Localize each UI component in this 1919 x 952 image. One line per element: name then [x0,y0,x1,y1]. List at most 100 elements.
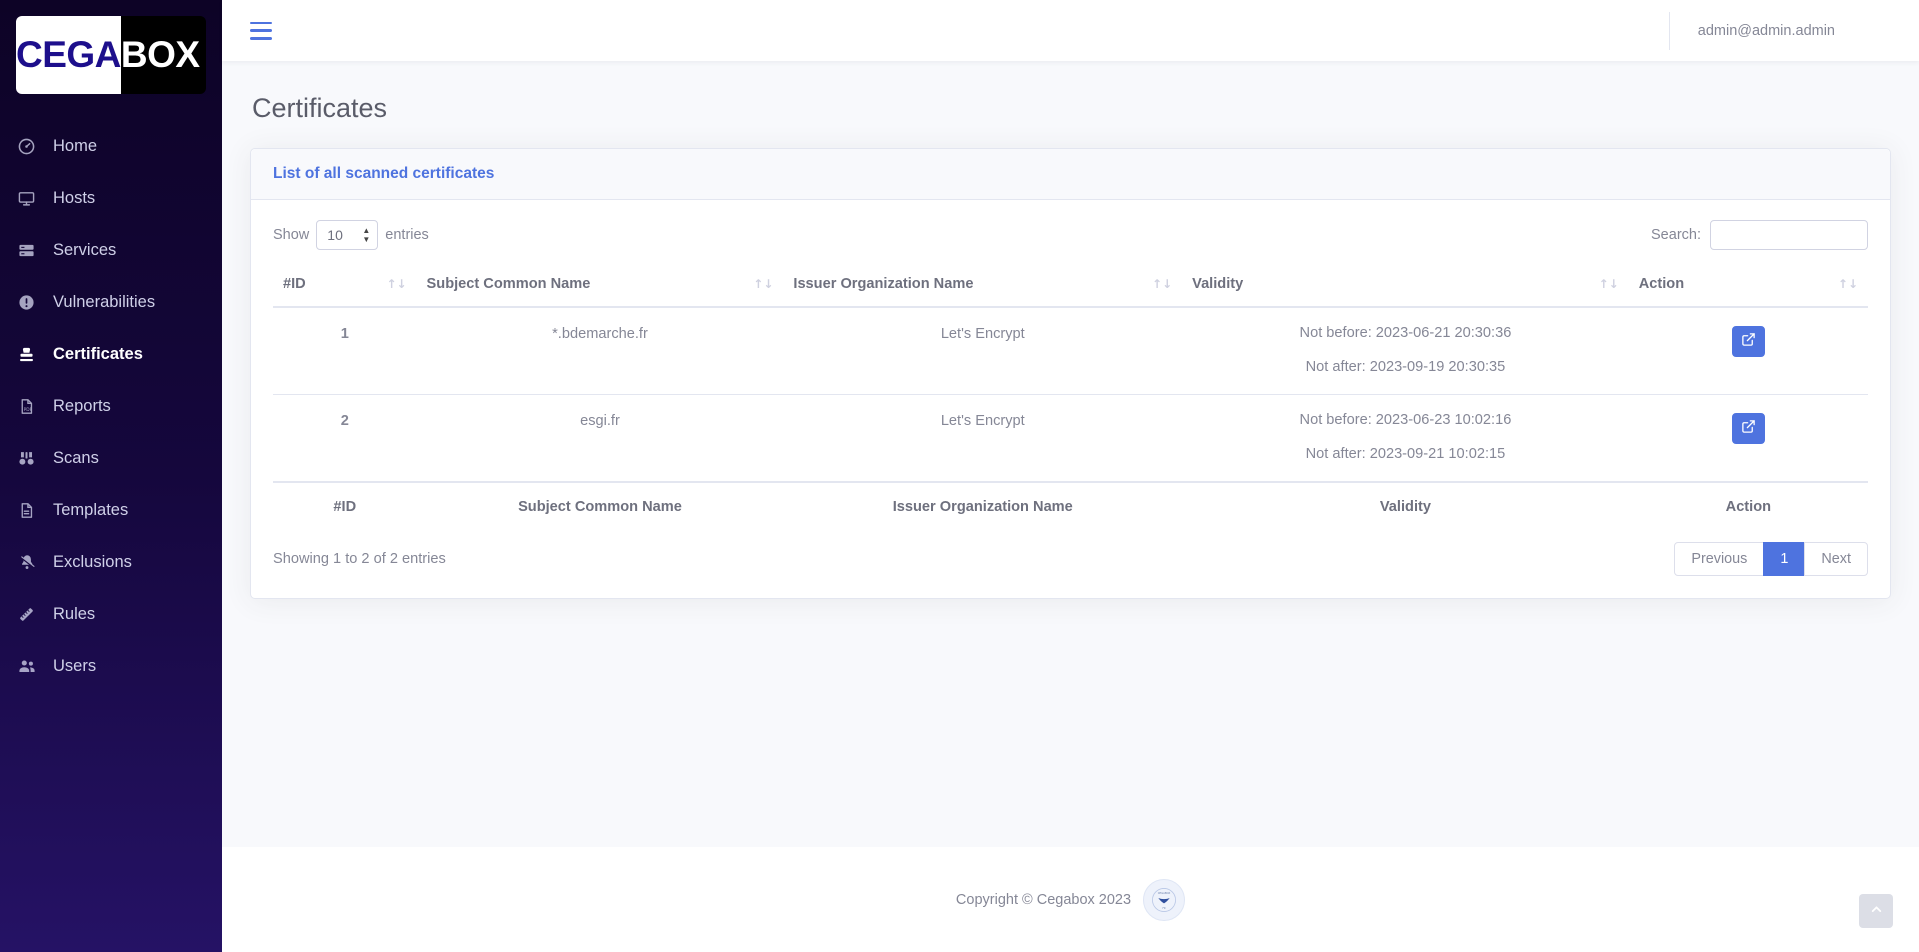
column-header-id[interactable]: #ID ↑↓ [273,264,417,308]
app-root: CEGA BOX Home Hosts Services Vulnerabili… [0,0,1919,952]
entries-label: entries [385,227,429,243]
stamp-icon [18,345,44,363]
pagination: Previous 1 Next [1674,542,1868,577]
topbar: admin@admin.admin [222,0,1919,61]
hamburger-icon[interactable] [250,21,272,40]
svg-text:FR: FR [1163,906,1166,909]
server-icon [18,241,44,259]
main-area: admin@admin.admin Certificates List of a… [222,0,1919,952]
cell-issuer: Let's Encrypt [783,394,1183,483]
sort-icon: ↑↓ [386,277,407,291]
open-certificate-button[interactable] [1731,413,1765,445]
cell-id: 1 [273,307,417,396]
card-body: Show 10 25 50 100 ▲▼ [251,200,1890,598]
cell-validity: Not before: 2023-06-23 10:02:16 Not afte… [1182,394,1629,483]
sidebar-item-home[interactable]: Home [0,120,222,172]
sort-icon: ↑↓ [753,277,774,291]
open-certificate-button[interactable] [1731,326,1765,357]
sidebar-item-label: Reports [53,396,111,415]
pagination-page-1[interactable]: 1 [1763,542,1806,577]
cell-id: 2 [273,394,417,483]
card-header: List of all scanned certificates [251,149,1890,200]
sort-icon: ↑↓ [1837,277,1858,291]
pagination-previous[interactable]: Previous [1674,542,1765,577]
sidebar-item-rules[interactable]: Rules [0,588,222,640]
table-footer-row: #ID Subject Common Name Issuer Organizat… [273,481,1868,524]
table-header-row: #ID ↑↓ Subject Common Name ↑↓ Issuer Org… [273,264,1868,308]
sidebar-item-scans[interactable]: Scans [0,432,222,484]
table-row: 1 *.bdemarche.fr Let's Encrypt Not befor… [273,307,1868,396]
sidebar-item-label: Services [53,240,117,259]
column-header-subject[interactable]: Subject Common Name ↑↓ [416,264,784,308]
column-header-action[interactable]: Action ↑↓ [1628,264,1868,308]
cell-subject: esgi.fr [416,394,784,483]
column-header-label: Action [1638,276,1685,292]
svg-text:CEGABOX: CEGABOX [1158,890,1171,894]
sidebar-item-users[interactable]: Users [0,640,222,692]
column-header-label: #ID [283,276,306,292]
column-header-issuer[interactable]: Issuer Organization Name ↑↓ [783,264,1183,308]
brand-logo-left: CEGA [16,16,121,94]
user-email[interactable]: admin@admin.admin [1698,23,1887,39]
sidebar-item-services[interactable]: Services [0,224,222,276]
cegabox-seal-icon: CEGABOX FR [1143,878,1186,921]
page-length-select[interactable]: 10 25 50 100 [316,220,379,250]
sidebar: CEGA BOX Home Hosts Services Vulnerabili… [0,0,222,952]
cell-validity: Not before: 2023-06-21 20:30:36 Not afte… [1182,307,1629,396]
sidebar-item-label: Vulnerabilities [53,292,156,311]
cell-action [1628,394,1868,483]
sidebar-item-exclusions[interactable]: Exclusions [0,536,222,588]
datatable-footer: Showing 1 to 2 of 2 entries Previous 1 N… [273,542,1868,577]
bell-slash-icon [18,553,44,571]
search-control: Search: [1651,220,1868,250]
not-after-text: Not after: 2023-09-21 10:02:15 [1305,445,1506,462]
page-length-select-wrap: 10 25 50 100 ▲▼ [316,220,379,250]
column-header-validity[interactable]: Validity ↑↓ [1182,264,1629,308]
svg-text:PDF: PDF [24,407,33,413]
sidebar-nav: Home Hosts Services Vulnerabilities Cert… [0,120,222,692]
tachometer-icon [18,137,44,155]
footer-copyright: Copyright © Cegabox 2023 [955,891,1132,908]
chevron-up-icon [1870,903,1883,920]
not-before-text: Not before: 2023-06-21 20:30:36 [1299,325,1512,341]
topbar-divider [1668,11,1670,50]
external-link-icon [1741,332,1756,351]
sidebar-item-label: Certificates [53,344,143,363]
sidebar-item-label: Rules [53,604,96,623]
sidebar-item-label: Home [53,136,98,155]
page-length-control: Show 10 25 50 100 ▲▼ [273,220,429,250]
external-link-icon [1741,419,1756,438]
sidebar-item-hosts[interactable]: Hosts [0,172,222,224]
footer-header-id: #ID [273,481,417,524]
footer-header-action: Action [1628,481,1868,524]
cell-action [1628,307,1868,396]
sidebar-item-label: Scans [53,448,99,467]
footer-header-subject: Subject Common Name [416,481,784,524]
show-label: Show [273,227,310,243]
ruler-icon [18,605,44,623]
sidebar-item-certificates[interactable]: Certificates [0,328,222,380]
scroll-to-top-button[interactable] [1859,894,1893,928]
sidebar-item-reports[interactable]: PDF Reports [0,380,222,432]
sidebar-item-label: Exclusions [53,552,132,571]
binoculars-icon [18,449,44,467]
cell-subject: *.bdemarche.fr [416,307,784,396]
footer-header-issuer: Issuer Organization Name [783,481,1183,524]
table-foot: #ID Subject Common Name Issuer Organizat… [273,481,1868,524]
pagination-next[interactable]: Next [1804,542,1868,577]
not-after-text: Not after: 2023-09-19 20:30:35 [1305,358,1506,375]
column-header-label: Subject Common Name [426,276,591,292]
table-row: 2 esgi.fr Let's Encrypt Not before: 2023… [273,394,1868,483]
page-title: Certificates [252,93,388,123]
sidebar-item-label: Templates [53,500,129,519]
sidebar-item-vulnerabilities[interactable]: Vulnerabilities [0,276,222,328]
not-before-text: Not before: 2023-06-23 10:02:16 [1299,412,1512,429]
file-icon [18,501,44,519]
exclamation-circle-icon [18,293,44,311]
cell-issuer: Let's Encrypt [783,307,1183,396]
sidebar-item-templates[interactable]: Templates [0,484,222,536]
search-input[interactable] [1710,220,1868,250]
brand-logo[interactable]: CEGA BOX [16,16,206,94]
file-pdf-icon: PDF [18,397,44,415]
datatable-controls: Show 10 25 50 100 ▲▼ [273,220,1868,250]
